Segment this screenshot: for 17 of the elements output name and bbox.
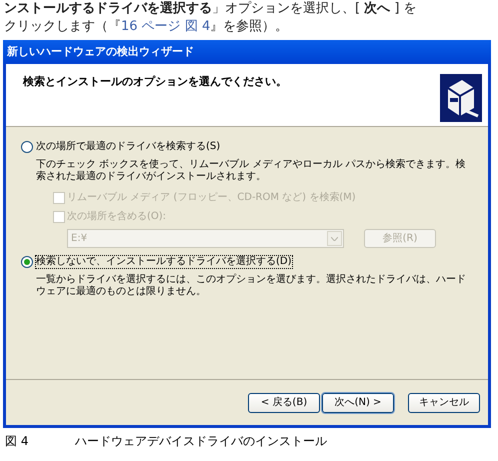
- option-description: 下のチェック ボックスを使って、リムーバブル メディアやローカル パスから検索できます。検索された最適のドライバがインストールされます。: [36, 159, 467, 183]
- figure-number: 図 4: [5, 433, 30, 450]
- wizard-button[interactable]: キャンセル: [408, 392, 480, 412]
- radio-label[interactable]: 検索しないで、インストールするドライバを選択する(D): [36, 256, 292, 268]
- window-title: 新しいハードウェアの検出ウィザード: [7, 44, 194, 60]
- body-text: クリックします（『16 ページ 図 4』を参照）。: [4, 18, 290, 36]
- wizard-button[interactable]: < 戻る(B): [248, 392, 320, 412]
- radio-button[interactable]: [21, 256, 33, 268]
- radio-label[interactable]: 次の場所で最適のドライバを検索する(S): [36, 141, 220, 153]
- option-description: 一覧からドライバを選択するには、このオプションを選びます。選択されたドライバは、ハードウェアに最適のものとは限りません。: [36, 274, 467, 298]
- reference-link[interactable]: 16 ページ 図 4: [121, 19, 210, 34]
- figure-caption: ハードウェアデバイスドライバのインストール: [75, 433, 327, 450]
- radio-button[interactable]: [21, 141, 33, 153]
- body-text: ンストールするドライバを選択する」オプションを選択し、[ 次へ ] を: [4, 0, 418, 18]
- wizard-button[interactable]: 次へ(N) >: [322, 392, 394, 412]
- header-title: 検索とインストールのオプションを選んでください。: [23, 74, 287, 90]
- hardware-icon: [440, 74, 482, 122]
